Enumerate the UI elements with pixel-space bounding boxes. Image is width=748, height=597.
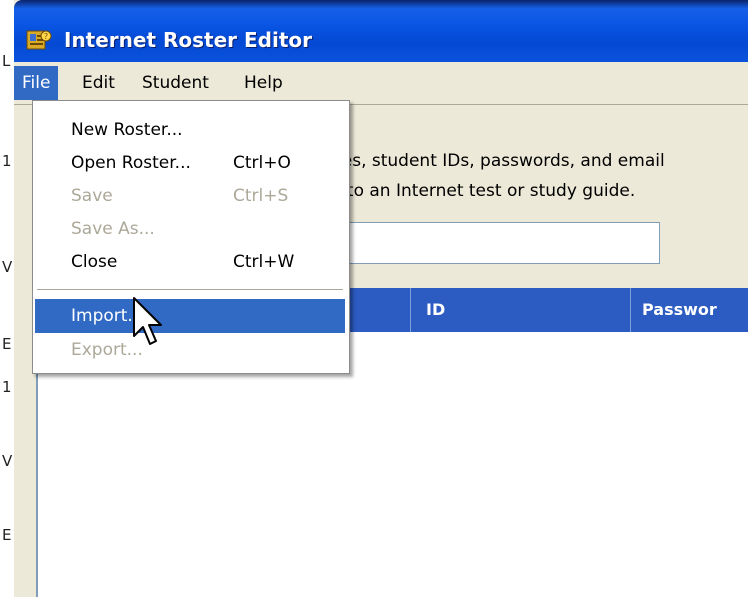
menu-item-shortcut: Ctrl+O bbox=[233, 153, 291, 173]
menu-help[interactable]: Help bbox=[236, 66, 291, 100]
background-text-fragment: V bbox=[2, 258, 13, 276]
background-window-strip: L 1 V E 1 V E bbox=[0, 0, 14, 597]
menu-item-save: Save Ctrl+S bbox=[35, 179, 345, 213]
menu-item-shortcut: Ctrl+S bbox=[233, 186, 289, 206]
column-divider[interactable] bbox=[630, 288, 631, 332]
file-menu-dropdown: New Roster... Open Roster... Ctrl+O Save… bbox=[32, 100, 350, 374]
column-divider[interactable] bbox=[410, 288, 411, 332]
menu-item-close[interactable]: Close Ctrl+W bbox=[35, 245, 345, 279]
mouse-pointer-icon bbox=[133, 297, 162, 345]
instructions-text: names, student IDs, passwords, and email… bbox=[304, 146, 665, 206]
column-header-password[interactable]: Passwor bbox=[642, 288, 717, 332]
instructions-line: names, student IDs, passwords, and email bbox=[304, 151, 665, 171]
menu-item-export: Export... bbox=[35, 333, 345, 367]
menu-item-label: Save bbox=[71, 186, 113, 206]
menu-item-label: New Roster... bbox=[71, 120, 183, 140]
menu-file[interactable]: File bbox=[14, 66, 59, 100]
background-text-fragment: 1 bbox=[2, 152, 12, 170]
menu-item-save-as: Save As... bbox=[35, 212, 345, 246]
background-text-fragment: V bbox=[2, 452, 13, 470]
background-text-fragment: E bbox=[2, 335, 12, 353]
window-title: Internet Roster Editor bbox=[64, 28, 312, 52]
background-text-fragment: E bbox=[2, 526, 12, 544]
menu-student[interactable]: Student bbox=[134, 66, 217, 100]
title-bar[interactable]: ? Internet Roster Editor bbox=[14, 0, 748, 62]
background-text-fragment: L bbox=[2, 52, 11, 70]
background-text-fragment: 1 bbox=[2, 378, 12, 396]
menu-item-new-roster[interactable]: New Roster... bbox=[35, 113, 345, 147]
svg-text:?: ? bbox=[44, 32, 48, 41]
menu-divider bbox=[37, 289, 343, 293]
instructions-line: cess to an Internet test or study guide. bbox=[304, 181, 636, 201]
menu-item-import[interactable]: Import... bbox=[35, 299, 345, 333]
roster-name-field[interactable] bbox=[310, 222, 660, 264]
menu-bar: File Edit Student Help bbox=[14, 66, 748, 100]
roster-editor-window: ? Internet Roster Editor File Edit Stude… bbox=[14, 0, 748, 597]
roster-app-icon: ? bbox=[26, 30, 52, 50]
menu-item-label: Save As... bbox=[71, 219, 155, 239]
column-header-id[interactable]: ID bbox=[426, 288, 445, 332]
menu-item-open-roster[interactable]: Open Roster... Ctrl+O bbox=[35, 146, 345, 180]
menu-edit[interactable]: Edit bbox=[74, 66, 123, 100]
menu-item-label: Close bbox=[71, 252, 118, 272]
menu-item-label: Open Roster... bbox=[71, 153, 191, 173]
menu-item-shortcut: Ctrl+W bbox=[233, 252, 295, 272]
